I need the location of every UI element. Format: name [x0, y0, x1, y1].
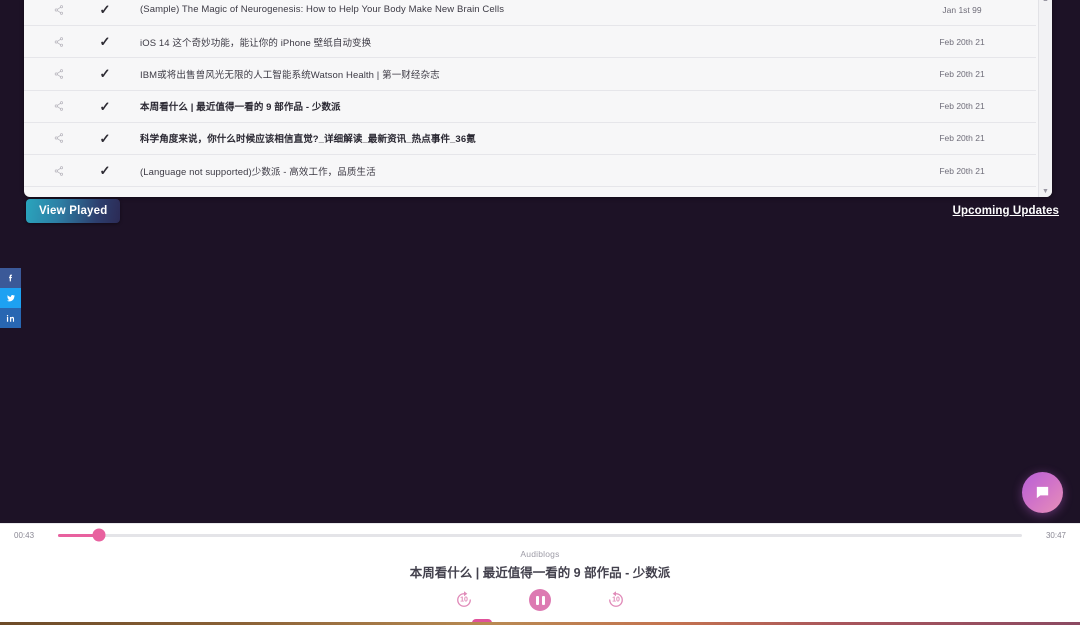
rewind-10-button[interactable]: 10 — [454, 590, 474, 610]
share-nodes-icon[interactable] — [34, 68, 84, 80]
table-row[interactable]: ✓ iOS 14 这个奇妙功能，能让你的 iPhone 壁纸自动变换 Feb 20t… — [24, 26, 1036, 59]
table-row[interactable]: ✓ 科学角度来说，你什么时候应该相信直觉?_详细解读_最新资讯_热点事件_36氪 F… — [24, 122, 1036, 155]
forward-10-icon — [609, 591, 623, 607]
transport-controls: 10 10 — [0, 589, 1080, 611]
current-time-label: 00:43 — [14, 530, 35, 540]
play-pause-button[interactable] — [529, 589, 551, 611]
player-progress-row: 00:43 30:47 — [0, 524, 1080, 546]
episode-title[interactable]: IBM或将出售曾风光无限的人工智能系统Watson Health | 第一财经杂… — [126, 67, 906, 81]
share-nodes-icon[interactable] — [34, 36, 84, 48]
forward-10-button[interactable]: 10 — [606, 590, 626, 610]
linkedin-share-button[interactable] — [0, 308, 21, 328]
twitter-icon — [6, 295, 15, 302]
table-row[interactable]: ✓ 本周看什么 | 最近值得一看的 9 部作品 - 少数派 Feb 20th 21 — [24, 90, 1036, 123]
episode-list-panel: ✓ (Sample) The Magic of Neurogenesis: How… — [24, 0, 1052, 197]
played-check-button[interactable]: ✓ — [84, 132, 126, 145]
facebook-share-button[interactable] — [0, 268, 21, 288]
track-source-label: Audiblogs — [520, 549, 560, 559]
linkedin-icon — [6, 314, 15, 322]
check-icon: ✓ — [99, 34, 111, 50]
check-icon: ✓ — [99, 98, 111, 114]
played-check-button[interactable]: ✓ — [84, 100, 126, 113]
check-icon: ✓ — [99, 163, 111, 179]
social-share-sidebar — [0, 268, 21, 328]
check-icon: ✓ — [99, 66, 111, 82]
episode-title[interactable]: (Language not supported)少数派 - 高效工作，品质生活 — [126, 164, 906, 178]
episode-date: Feb 20th 21 — [939, 68, 985, 79]
view-played-button[interactable]: View Played — [26, 199, 121, 223]
played-check-button[interactable]: ✓ — [84, 3, 126, 16]
share-nodes-icon[interactable] — [34, 4, 84, 16]
episode-date: Feb 20th 21 — [939, 165, 985, 176]
audio-player-bar: 00:43 30:47 Audiblogs 本周看什么 | 最近值得一看的 9 … — [0, 523, 1080, 625]
list-scrollbar[interactable]: ▲ ▼ — [1038, 0, 1052, 197]
table-row[interactable]: ✓ (Sample) The Magic of Neurogenesis: How… — [24, 0, 1036, 27]
rewind-10-icon — [457, 591, 471, 607]
progress-scrubber[interactable] — [58, 528, 1022, 542]
scrollbar-thumb[interactable] — [1042, 6, 1050, 76]
episode-title[interactable]: iOS 14 这个奇妙功能，能让你的 iPhone 壁纸自动变换 — [126, 35, 906, 49]
episode-date: Feb 20th 21 — [939, 101, 985, 112]
upcoming-updates-link[interactable]: Upcoming Updates — [953, 205, 1059, 217]
played-check-button[interactable]: ✓ — [84, 35, 126, 48]
episode-date: Jan 1st 99 — [942, 4, 982, 15]
table-row[interactable]: ✓ (Language not supported)少数派 - 高效工作，品质生活… — [24, 154, 1036, 188]
chat-bubble-icon — [1036, 486, 1049, 499]
episode-title[interactable]: (Sample) The Magic of Neurogenesis: How … — [126, 4, 906, 15]
twitter-share-button[interactable] — [0, 288, 21, 308]
chat-support-button[interactable] — [1022, 472, 1063, 513]
pause-bar-left — [535, 595, 539, 605]
played-check-button[interactable]: ✓ — [84, 67, 126, 80]
scrollbar-up-arrow-icon[interactable]: ▲ — [1042, 0, 1049, 3]
episode-date: Feb 20th 21 — [939, 133, 985, 144]
episode-date: Feb 20th 21 — [939, 36, 985, 47]
episode-title[interactable]: 本周看什么 | 最近值得一看的 9 部作品 - 少数派 — [126, 99, 906, 113]
check-icon: ✓ — [99, 130, 111, 146]
share-nodes-icon[interactable] — [34, 165, 84, 177]
pause-bar-right — [541, 595, 545, 605]
table-row[interactable]: ✓ IBM或将出售曾风光无限的人工智能系统Watson Health | 第一财经… — [24, 58, 1036, 91]
check-icon: ✓ — [99, 2, 111, 18]
episode-list[interactable]: ✓ (Sample) The Magic of Neurogenesis: How… — [24, 0, 1052, 197]
share-nodes-icon[interactable] — [34, 100, 84, 112]
played-check-button[interactable]: ✓ — [84, 164, 126, 177]
progress-handle[interactable] — [92, 528, 106, 542]
track-title-label: 本周看什么 | 最近值得一看的 9 部作品 - 少数派 — [409, 566, 671, 580]
facebook-icon — [9, 274, 12, 281]
episode-title[interactable]: 科学角度来说，你什么时候应该相信直觉?_详细解读_最新资讯_热点事件_36氪 — [126, 131, 906, 145]
pause-icon — [529, 589, 551, 611]
share-nodes-icon[interactable] — [34, 132, 84, 144]
duration-label: 30:47 — [1045, 530, 1066, 540]
scrollbar-down-arrow-icon[interactable]: ▼ — [1042, 188, 1049, 195]
